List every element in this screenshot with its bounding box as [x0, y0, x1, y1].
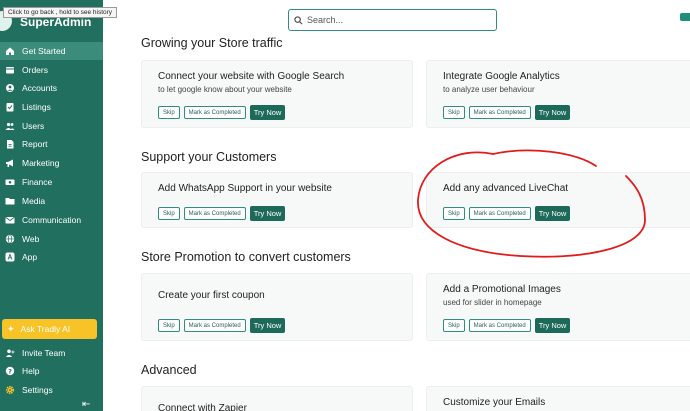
card-title: Connect with Zapier	[158, 403, 247, 411]
sidebar-item-accounts[interactable]: Accounts	[0, 79, 103, 97]
users-icon	[5, 121, 15, 131]
finance-icon	[5, 177, 15, 187]
try-now-button[interactable]: Try Now	[534, 105, 571, 120]
ask-label: Ask Tradly AI	[20, 324, 71, 334]
settings-icon	[5, 385, 15, 395]
mark-completed-button[interactable]: Mark as Completed	[183, 319, 246, 332]
mark-completed-button[interactable]: Mark as Completed	[183, 207, 246, 220]
sidebar-item-app[interactable]: App	[0, 248, 103, 266]
mark-completed-button[interactable]: Mark as Completed	[468, 106, 531, 119]
sidebar-item-listings[interactable]: Listings	[0, 98, 103, 116]
card-title: Integrate Google Analytics	[443, 71, 560, 82]
home-icon	[5, 46, 15, 56]
task-card: Add any advanced LiveChat Skip Mark as C…	[426, 172, 690, 228]
ask-tradly-ai-button[interactable]: ✦ Ask Tradly AI	[2, 319, 97, 339]
sidebar-item-label: Finance	[22, 177, 53, 187]
sidebar-item-media[interactable]: Media	[0, 192, 103, 210]
task-card: Connect your website with Google Search …	[141, 60, 413, 128]
sidebar-item-label: Media	[22, 196, 46, 206]
skip-button[interactable]: Skip	[158, 106, 180, 119]
sidebar-item-label: Accounts	[22, 83, 57, 93]
card-title: Customize your Emails	[443, 397, 546, 408]
card-title: Add WhatsApp Support in your website	[158, 183, 332, 194]
sidebar-item-label: Users	[22, 121, 45, 131]
card-title: Create your first coupon	[158, 290, 265, 301]
back-button-tooltip: Click to go back , hold to see history	[3, 7, 118, 18]
sidebar-item-help[interactable]: ? Help	[0, 362, 103, 380]
search-input[interactable]	[307, 15, 487, 25]
sidebar-item-marketing[interactable]: Marketing	[0, 154, 103, 172]
web-icon	[5, 234, 15, 244]
task-card: Create your first coupon Skip Mark as Co…	[141, 273, 413, 341]
try-now-button[interactable]: Try Now	[249, 206, 286, 221]
task-card: Add a Promotional Images used for slider…	[426, 273, 690, 341]
skip-button[interactable]: Skip	[443, 106, 465, 119]
search-bar[interactable]	[288, 9, 497, 31]
section-title: Growing your Store traffic	[141, 36, 283, 50]
sidebar-item-label: App	[22, 252, 38, 262]
help-icon: ?	[5, 366, 15, 376]
sidebar-item-settings[interactable]: Settings	[0, 381, 103, 399]
report-icon	[5, 139, 15, 149]
task-card: Connect with Zapier	[141, 386, 413, 411]
sidebar-item-orders[interactable]: Orders	[0, 61, 103, 79]
mark-completed-button[interactable]: Mark as Completed	[468, 319, 531, 332]
app-icon	[5, 252, 15, 262]
card-title: Connect your website with Google Search	[158, 71, 345, 82]
sidebar-item-users[interactable]: Users	[0, 117, 103, 135]
search-icon	[294, 15, 303, 24]
section-title: Advanced	[141, 363, 197, 377]
sidebar-item-label: Report	[22, 139, 48, 149]
skip-button[interactable]: Skip	[158, 207, 180, 220]
sidebar-item-label: Listings	[22, 102, 51, 112]
section-title: Support your Customers	[141, 150, 277, 164]
sidebar-item-label: Get Started	[22, 46, 66, 56]
sidebar: SuperAdmin Get Started Orders Accounts L…	[0, 0, 103, 411]
sidebar-item-label: Invite Team	[22, 348, 66, 358]
mark-completed-button[interactable]: Mark as Completed	[183, 106, 246, 119]
try-now-button[interactable]: Try Now	[249, 105, 286, 120]
try-now-button[interactable]: Try Now	[534, 206, 571, 221]
card-subtitle: used for slider in homepage	[443, 298, 542, 307]
orders-icon	[5, 65, 15, 75]
try-now-button[interactable]: Try Now	[249, 318, 286, 333]
skip-button[interactable]: Skip	[443, 207, 465, 220]
sidebar-item-get-started[interactable]: Get Started	[0, 42, 103, 60]
top-right-button[interactable]	[680, 13, 690, 21]
sidebar-item-invite-team[interactable]: Invite Team	[0, 344, 103, 362]
sidebar-item-label: Communication	[22, 215, 82, 225]
sparkle-icon: ✦	[7, 323, 15, 334]
skip-button[interactable]: Skip	[158, 319, 180, 332]
card-title: Add a Promotional Images	[443, 284, 561, 295]
svg-text:?: ?	[8, 367, 12, 375]
mark-completed-button[interactable]: Mark as Completed	[468, 207, 531, 220]
sidebar-item-label: Marketing	[22, 158, 60, 168]
sidebar-item-communication[interactable]: Communication	[0, 211, 103, 229]
sidebar-item-label: Help	[22, 366, 40, 376]
sidebar-item-web[interactable]: Web	[0, 230, 103, 248]
sidebar-item-report[interactable]: Report	[0, 135, 103, 153]
task-card: Integrate Google Analytics to analyze us…	[426, 60, 690, 128]
collapse-sidebar-icon[interactable]: ⇤	[82, 399, 90, 410]
task-card: Customize your Emails	[426, 386, 690, 411]
sidebar-item-label: Orders	[22, 65, 48, 75]
skip-button[interactable]: Skip	[443, 319, 465, 332]
section-title: Store Promotion to convert customers	[141, 250, 351, 264]
communication-icon	[5, 215, 15, 225]
listings-icon	[5, 102, 15, 112]
card-subtitle: to analyze user behaviour	[443, 85, 535, 94]
card-title: Add any advanced LiveChat	[443, 183, 569, 194]
sidebar-item-finance[interactable]: Finance	[0, 173, 103, 191]
invite-team-icon	[5, 348, 15, 358]
sidebar-item-label: Web	[22, 234, 40, 244]
media-icon	[5, 196, 15, 206]
sidebar-item-label: Settings	[22, 385, 53, 395]
task-card: Add WhatsApp Support in your website Ski…	[141, 172, 413, 228]
card-subtitle: to let google know about your website	[158, 85, 292, 94]
try-now-button[interactable]: Try Now	[534, 318, 571, 333]
marketing-icon	[5, 158, 15, 168]
accounts-icon	[5, 83, 15, 93]
